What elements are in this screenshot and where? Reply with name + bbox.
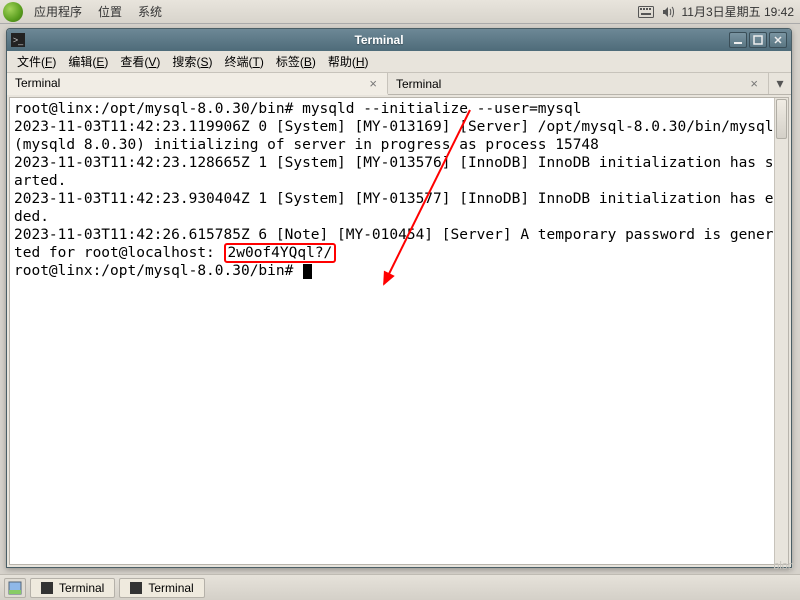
terminal-output-line: 2023-11-03T11:42:23.119906Z 0 [System] [… (14, 118, 784, 154)
tab-overflow-icon[interactable]: ▾ (769, 73, 791, 94)
close-button[interactable] (769, 32, 787, 48)
top-panel: 应用程序 位置 系统 11月3日星期五 19:42 (0, 0, 800, 24)
window-title: Terminal (31, 33, 727, 47)
tab-label: Terminal (15, 76, 60, 90)
tab-close-icon[interactable]: × (367, 76, 379, 91)
generated-password: 2w0of4YQql?/ (224, 243, 337, 263)
show-desktop-button[interactable] (4, 578, 26, 598)
tab-terminal-2[interactable]: Terminal × (388, 73, 769, 94)
titlebar[interactable]: >_ Terminal (7, 29, 791, 51)
taskbar-entry-label: Terminal (148, 581, 193, 595)
watermark: blog (773, 560, 794, 572)
shell-prompt: root@linx:/opt/mysql-8.0.30/bin# (14, 263, 302, 279)
terminal-app-icon (41, 582, 53, 594)
terminal-cursor (303, 264, 312, 279)
terminal-app-icon: >_ (11, 33, 25, 47)
terminal-window: >_ Terminal 文件(F) 编辑(E) 查看(V) 搜索(S) 终端(T… (6, 28, 792, 568)
keyboard-icon[interactable] (638, 4, 654, 20)
panel-clock[interactable]: 11月3日星期五 19:42 (682, 3, 795, 20)
menu-terminal[interactable]: 终端(T) (218, 53, 269, 70)
panel-menu-system[interactable]: 系统 (130, 3, 170, 20)
menu-help[interactable]: 帮助(H) (322, 53, 375, 70)
tab-terminal-1[interactable]: Terminal × (7, 73, 388, 95)
taskbar-entry-terminal-1[interactable]: Terminal (30, 578, 115, 598)
terminal-viewport[interactable]: root@linx:/opt/mysql-8.0.30/bin# mysqld … (9, 97, 789, 565)
terminal-output-line: 2023-11-03T11:42:26.615785Z 6 [Note] [MY… (14, 226, 784, 262)
volume-icon[interactable] (660, 4, 676, 20)
menubar: 文件(F) 编辑(E) 查看(V) 搜索(S) 终端(T) 标签(B) 帮助(H… (7, 51, 791, 73)
menu-search[interactable]: 搜索(S) (166, 53, 218, 70)
menu-edit[interactable]: 编辑(E) (62, 53, 114, 70)
system-tray: 11月3日星期五 19:42 (638, 3, 800, 20)
panel-menu-apps[interactable]: 应用程序 (26, 3, 90, 20)
taskbar-entry-label: Terminal (59, 581, 104, 595)
minimize-button[interactable] (729, 32, 747, 48)
distro-logo-icon[interactable] (3, 2, 23, 22)
shell-command: mysqld --initialize --user=mysql (302, 101, 581, 117)
tab-label: Terminal (396, 77, 441, 91)
terminal-output-line: 2023-11-03T11:42:23.930404Z 1 [System] [… (14, 190, 784, 226)
terminal-output-line: 2023-11-03T11:42:23.128665Z 1 [System] [… (14, 154, 784, 190)
maximize-button[interactable] (749, 32, 767, 48)
menu-file[interactable]: 文件(F) (11, 53, 62, 70)
scrollbar-thumb[interactable] (776, 99, 787, 139)
menu-tabs[interactable]: 标签(B) (270, 53, 322, 70)
tab-close-icon[interactable]: × (748, 76, 760, 91)
scrollbar[interactable] (774, 98, 788, 564)
shell-prompt: root@linx:/opt/mysql-8.0.30/bin# (14, 101, 302, 117)
bottom-taskbar: Terminal Terminal (0, 574, 800, 600)
tab-bar: Terminal × Terminal × ▾ (7, 73, 791, 95)
menu-view[interactable]: 查看(V) (114, 53, 166, 70)
taskbar-entry-terminal-2[interactable]: Terminal (119, 578, 204, 598)
panel-menu-places[interactable]: 位置 (90, 3, 130, 20)
terminal-app-icon (130, 582, 142, 594)
